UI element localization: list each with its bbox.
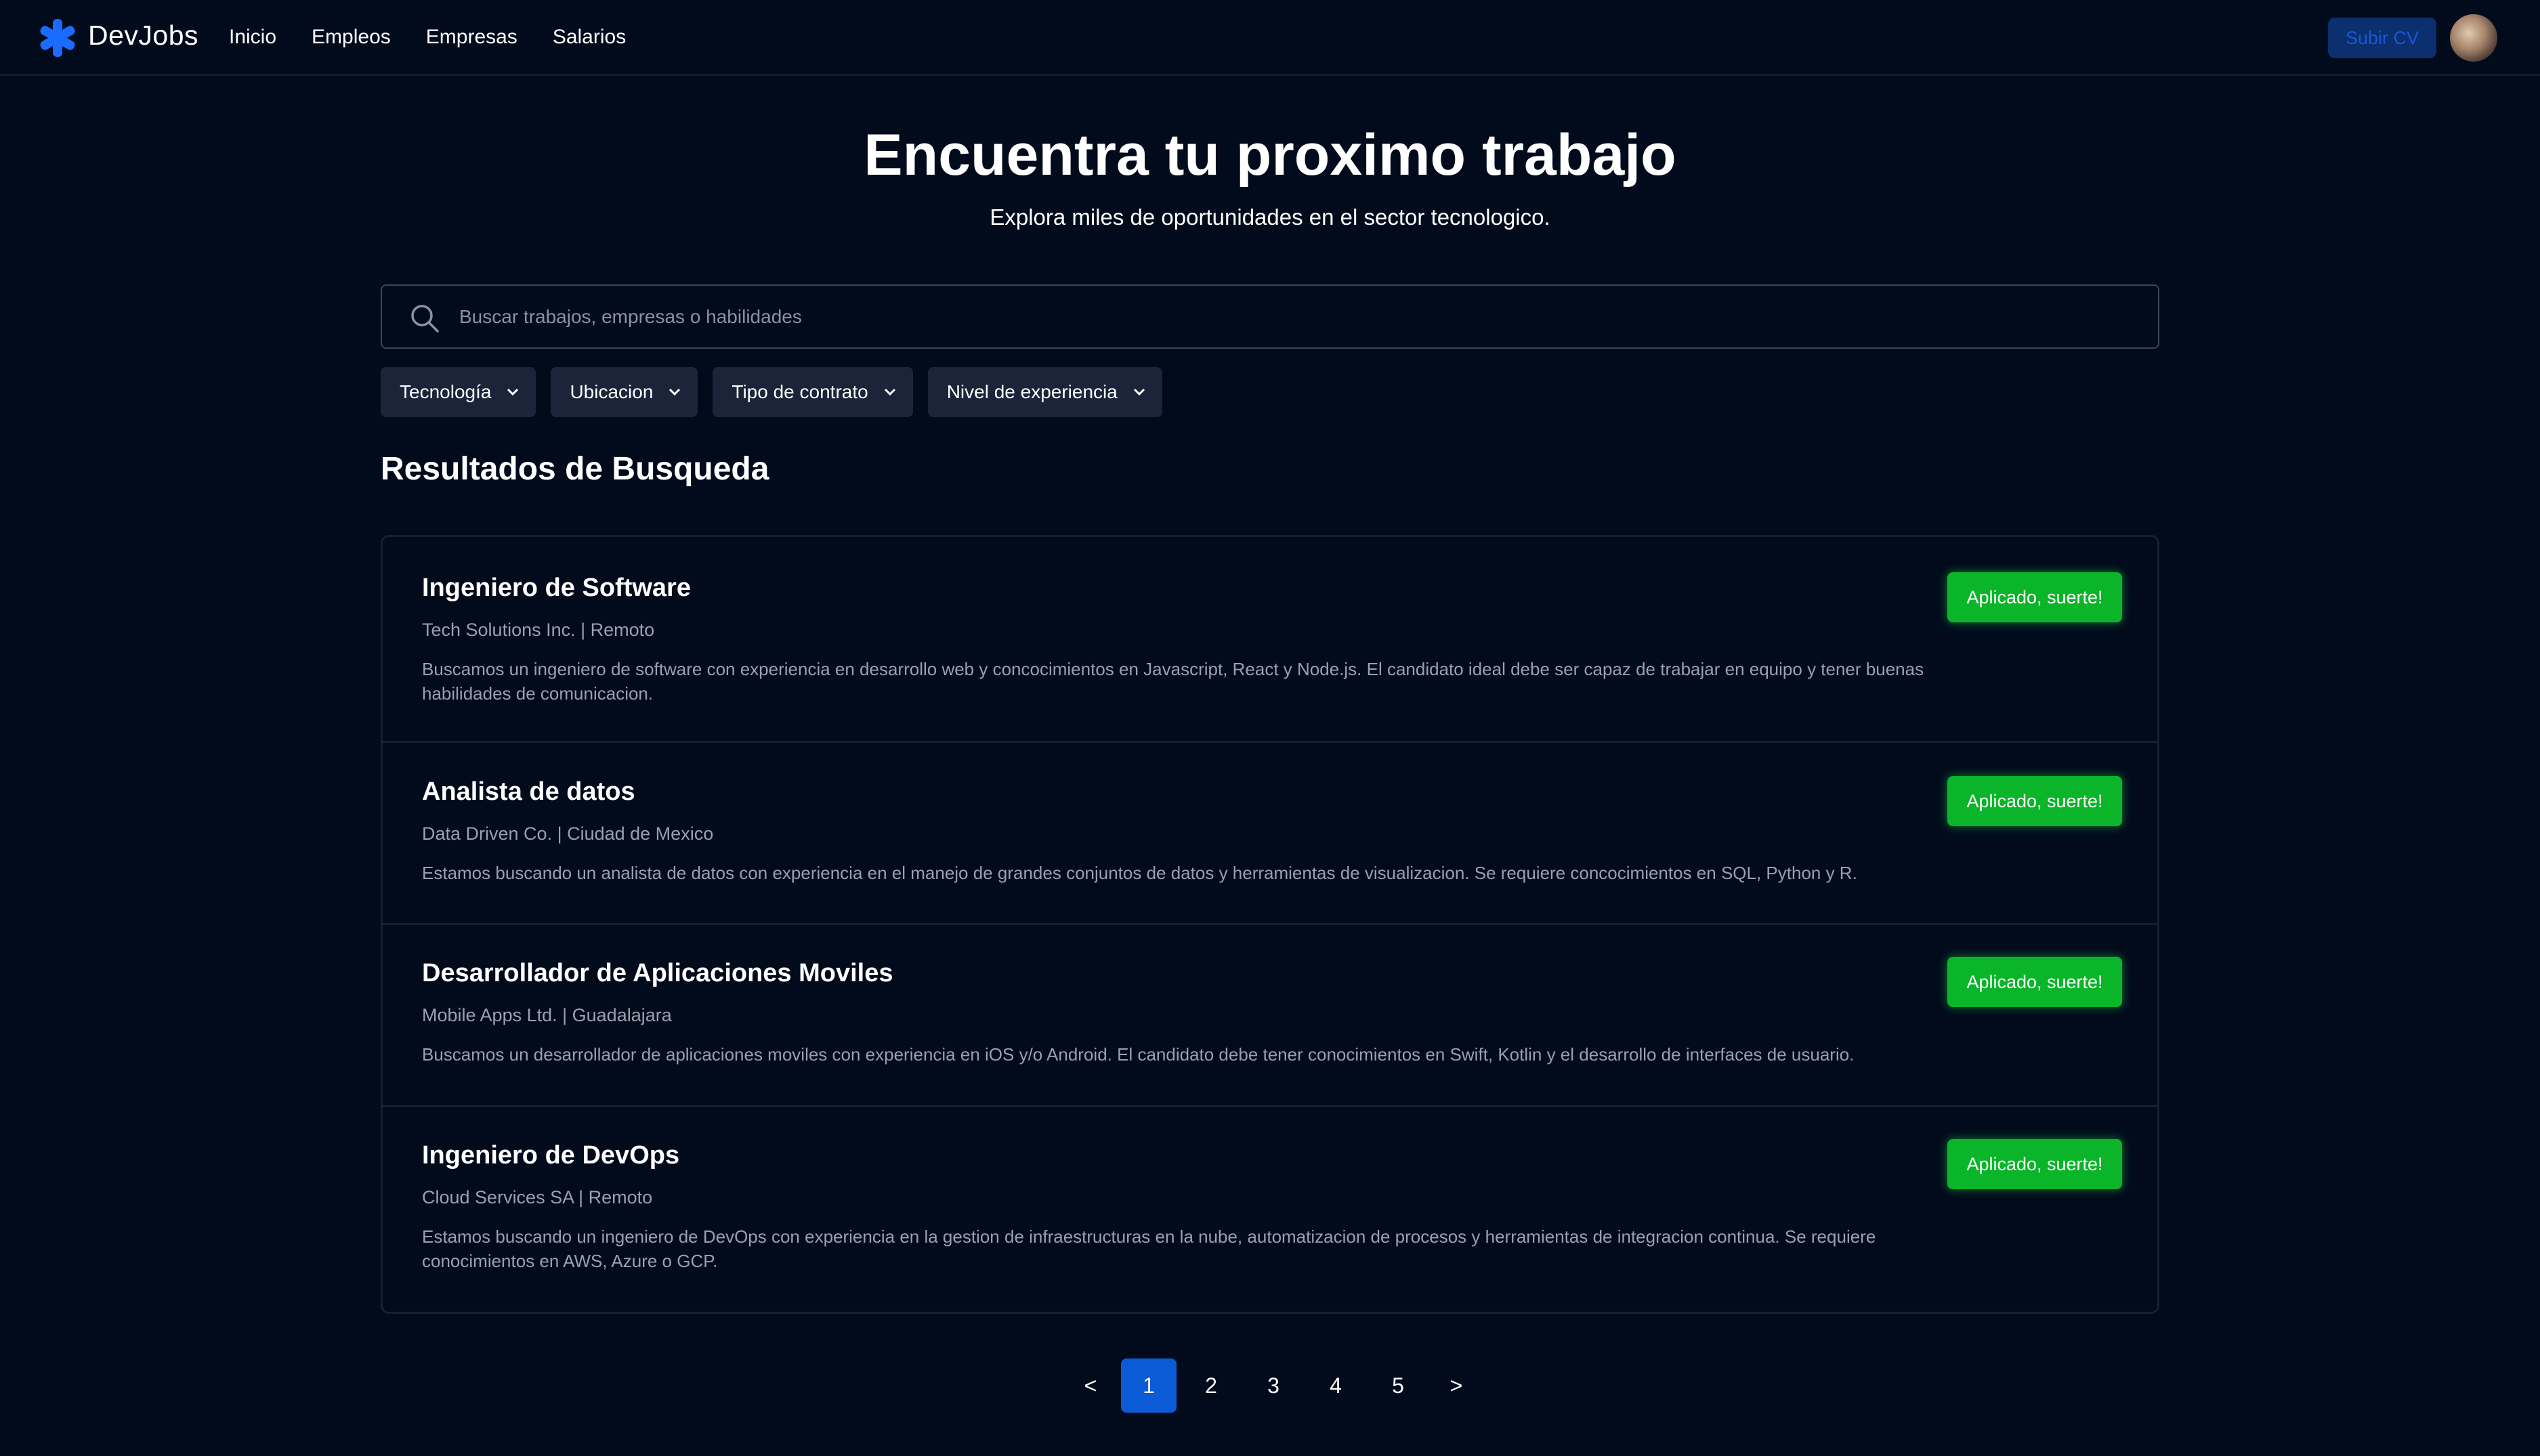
main-nav: Inicio Empleos Empresas Salarios bbox=[229, 26, 661, 49]
filter-tipo-contrato[interactable]: Tipo de contrato bbox=[713, 367, 913, 417]
job-card[interactable]: Analista de datos Data Driven Co. | Ciud… bbox=[383, 743, 2157, 925]
search-bar bbox=[381, 284, 2159, 349]
nav-link-empleos[interactable]: Empleos bbox=[312, 26, 391, 49]
filter-label: Nivel de experiencia bbox=[946, 381, 1118, 402]
devjobs-logo-icon[interactable] bbox=[37, 18, 78, 58]
chevron-down-icon bbox=[1133, 388, 1145, 396]
filter-label: Ubicacion bbox=[570, 381, 654, 402]
top-navbar: DevJobs Inicio Empleos Empresas Salarios… bbox=[0, 0, 2540, 76]
filter-bar: Tecnología Ubicacion Tipo de contrato Ni… bbox=[381, 367, 1162, 417]
job-company-location: Cloud Services SA | Remoto bbox=[422, 1187, 653, 1207]
pagination: < 1 2 3 4 5 > bbox=[1067, 1358, 1487, 1413]
job-title[interactable]: Analista de datos bbox=[422, 777, 635, 807]
page-title: Encuentra tu proximo trabajo bbox=[864, 123, 1676, 188]
applied-button[interactable]: Aplicado, suerte! bbox=[1947, 572, 2122, 622]
applied-button[interactable]: Aplicado, suerte! bbox=[1947, 776, 2122, 826]
results-heading: Resultados de Busqueda bbox=[381, 451, 769, 487]
prev-page-button[interactable]: < bbox=[1067, 1358, 1114, 1413]
filter-ubicacion[interactable]: Ubicacion bbox=[551, 367, 698, 417]
job-title[interactable]: Ingeniero de DevOps bbox=[422, 1141, 679, 1170]
job-company-location: Data Driven Co. | Ciudad de Mexico bbox=[422, 823, 714, 844]
page-button-3[interactable]: 3 bbox=[1246, 1358, 1301, 1413]
filter-tecnologia[interactable]: Tecnología bbox=[381, 367, 536, 417]
nav-link-inicio[interactable]: Inicio bbox=[229, 26, 276, 49]
job-card[interactable]: Ingeniero de DevOps Cloud Services SA | … bbox=[383, 1107, 2157, 1312]
chevron-down-icon bbox=[884, 388, 895, 396]
job-description: Estamos buscando un ingeniero de DevOps … bbox=[422, 1226, 1876, 1271]
job-card[interactable]: Ingeniero de Software Tech Solutions Inc… bbox=[383, 537, 2157, 743]
job-description: Buscamos un ingeniero de software con ex… bbox=[422, 659, 1924, 704]
job-title[interactable]: Desarrollador de Aplicaciones Moviles bbox=[422, 959, 893, 988]
job-list: Ingeniero de Software Tech Solutions Inc… bbox=[381, 535, 2159, 1314]
avatar[interactable] bbox=[2450, 14, 2497, 62]
page-button-2[interactable]: 2 bbox=[1183, 1358, 1239, 1413]
chevron-down-icon bbox=[507, 388, 519, 396]
applied-button[interactable]: Aplicado, suerte! bbox=[1947, 957, 2122, 1007]
job-company-location: Tech Solutions Inc. | Remoto bbox=[422, 620, 655, 640]
nav-link-salarios[interactable]: Salarios bbox=[553, 26, 626, 49]
next-page-button[interactable]: > bbox=[1433, 1358, 1480, 1413]
chevron-down-icon bbox=[669, 388, 681, 396]
filter-label: Tecnología bbox=[400, 381, 492, 402]
search-input[interactable] bbox=[459, 299, 2139, 335]
nav-link-empresas[interactable]: Empresas bbox=[426, 26, 517, 49]
page-subtitle: Explora miles de oportunidades en el sec… bbox=[990, 205, 1550, 230]
job-card[interactable]: Desarrollador de Aplicaciones Moviles Mo… bbox=[383, 925, 2157, 1107]
job-company-location: Mobile Apps Ltd. | Guadalajara bbox=[422, 1005, 672, 1025]
filter-label: Tipo de contrato bbox=[732, 381, 868, 402]
job-description: Estamos buscando un analista de datos co… bbox=[422, 863, 1857, 883]
applied-button[interactable]: Aplicado, suerte! bbox=[1947, 1139, 2122, 1189]
filter-nivel-experiencia[interactable]: Nivel de experiencia bbox=[927, 367, 1162, 417]
job-description: Buscamos un desarrollador de aplicacione… bbox=[422, 1044, 1855, 1065]
brand-name[interactable]: DevJobs bbox=[88, 20, 198, 51]
page-button-5[interactable]: 5 bbox=[1370, 1358, 1426, 1413]
upload-cv-button[interactable]: Subir CV bbox=[2328, 18, 2436, 58]
search-icon bbox=[411, 305, 439, 333]
page-button-4[interactable]: 4 bbox=[1308, 1358, 1363, 1413]
page-button-1[interactable]: 1 bbox=[1121, 1358, 1177, 1413]
job-title[interactable]: Ingeniero de Software bbox=[422, 574, 691, 603]
